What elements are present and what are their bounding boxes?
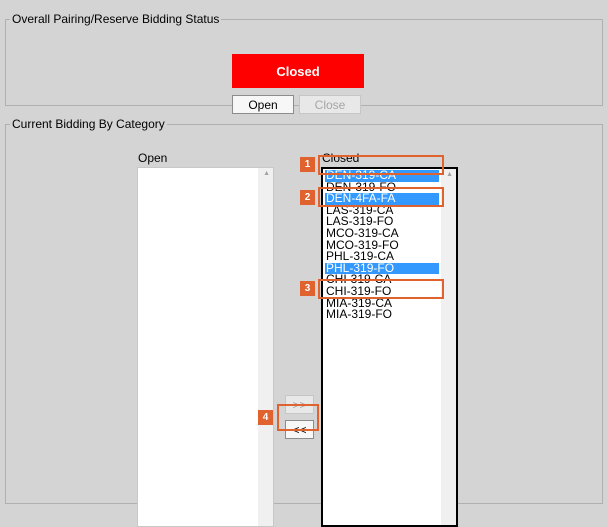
callout-box-3	[318, 279, 444, 299]
scroll-up-arrow-icon[interactable]: ▲	[263, 170, 270, 177]
closed-list-item[interactable]: MIA-319-FO	[325, 308, 439, 321]
callout-badge-4: 4	[258, 410, 273, 425]
callout-badge-1: 1	[300, 157, 315, 172]
closed-list-scrollbar[interactable]: ▲	[441, 169, 456, 525]
closed-categories-listbox[interactable]: DEN-319-CA DEN-319-FO DEN-4FA-FA LAS-319-CA…	[321, 167, 458, 527]
open-button[interactable]: Open	[232, 95, 294, 114]
open-list-scrollbar[interactable]: ▲	[258, 168, 273, 526]
close-button: Close	[299, 95, 361, 114]
category-bidding-legend: Current Bidding By Category	[12, 117, 165, 131]
status-closed-banner: Closed	[232, 54, 364, 88]
scroll-up-arrow-icon[interactable]: ▲	[446, 171, 453, 178]
callout-box-2	[318, 187, 444, 207]
callout-box-4	[277, 404, 319, 431]
bidding-status-legend: Overall Pairing/Reserve Bidding Status	[12, 12, 220, 26]
callout-box-1	[318, 155, 444, 175]
open-categories-listbox[interactable]: ▲	[137, 167, 274, 527]
category-bidding-group: Current Bidding By Category Open Closed …	[5, 117, 603, 527]
callout-badge-2: 2	[300, 190, 315, 205]
callout-badge-3: 3	[300, 281, 315, 296]
bidding-status-group: Overall Pairing/Reserve Bidding Status C…	[5, 12, 603, 114]
open-list-title: Open	[138, 151, 168, 165]
